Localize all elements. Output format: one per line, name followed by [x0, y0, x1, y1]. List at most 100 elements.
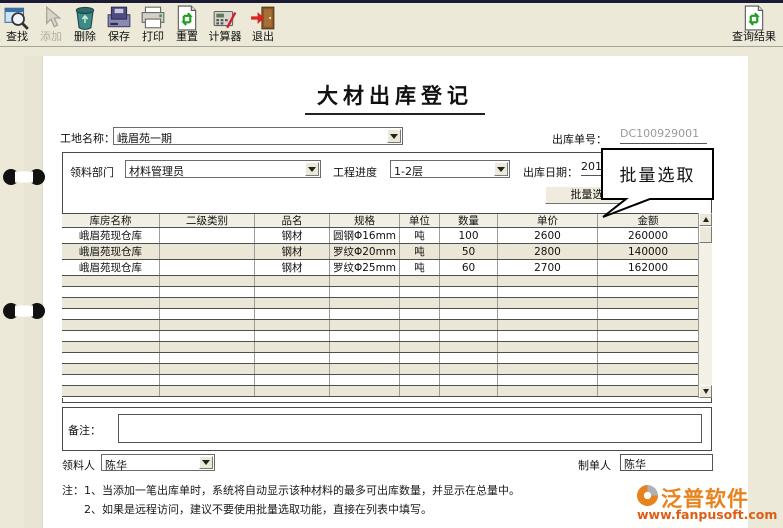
table-cell: 吨 [400, 228, 440, 243]
table-empty-row[interactable] [62, 342, 698, 353]
table-cell [498, 375, 598, 385]
table-cell [498, 342, 598, 352]
table-cell: 钢材 [255, 260, 330, 275]
table-cell [440, 320, 498, 330]
table-cell [160, 375, 255, 385]
column-header: 品名 [255, 214, 330, 227]
table-cell [498, 298, 598, 308]
exit-button[interactable]: 退出 [246, 5, 280, 43]
dept-label: 领料部门 [70, 164, 114, 180]
site-name-value: 峨眉苑一期 [117, 130, 172, 146]
calculator-label: 计算器 [209, 31, 242, 43]
table-empty-row[interactable] [62, 320, 698, 331]
column-header: 二级类别 [160, 214, 255, 227]
table-empty-row[interactable] [62, 375, 698, 386]
table-cell [440, 276, 498, 286]
table-cell [255, 320, 330, 330]
table-cell [440, 342, 498, 352]
table-empty-row[interactable] [62, 386, 698, 397]
chevron-down-icon [390, 134, 398, 143]
dept-dropdown-button[interactable] [305, 162, 319, 176]
table-scrollbar[interactable] [698, 213, 712, 398]
query-result-button[interactable]: 查询结果 [733, 5, 775, 43]
table-empty-row[interactable] [62, 364, 698, 375]
print-button[interactable]: 打印 [136, 5, 170, 43]
table-empty-row[interactable] [62, 276, 698, 287]
table-cell [160, 320, 255, 330]
creator-label: 制单人 [578, 457, 611, 473]
table-cell [330, 364, 400, 374]
requisitioner-combobox[interactable]: 陈华 [101, 454, 215, 471]
table-cell [62, 287, 160, 297]
table-cell [400, 342, 440, 352]
table-cell [400, 353, 440, 363]
dept-combobox[interactable]: 材料管理员 [125, 160, 321, 178]
note-line-2: 2、如果是远程访问，建议不要使用批量选取功能，直接在列表中填写。 [84, 501, 432, 517]
brand-url: www.fanpusoft.com [637, 507, 777, 522]
find-button[interactable]: 查找 [0, 5, 34, 43]
reset-icon [174, 5, 200, 31]
app-window: 查找 添加 删除 保存 [0, 0, 783, 528]
table-cell [598, 309, 698, 319]
table-row[interactable]: 峨眉苑现仓库钢材圆钢Φ16mm吨1002600260000 [62, 228, 698, 244]
table-empty-row[interactable] [62, 287, 698, 298]
table-cell [498, 386, 598, 396]
table-empty-row[interactable] [62, 309, 698, 320]
delete-button[interactable]: 删除 [68, 5, 102, 43]
table-cell [160, 287, 255, 297]
table-cell: 2800 [498, 244, 598, 259]
table-cell [62, 309, 160, 319]
delete-icon [72, 5, 98, 31]
table-cell [255, 331, 330, 341]
find-label: 查找 [6, 31, 28, 43]
requisitioner-dropdown-button[interactable] [199, 456, 213, 469]
table-cell: 60 [440, 260, 498, 275]
scroll-down-button[interactable] [699, 385, 712, 398]
chevron-down-icon [497, 167, 505, 176]
table-cell [330, 342, 400, 352]
table-cell [400, 331, 440, 341]
table-cell [440, 353, 498, 363]
progress-combobox[interactable]: 1-2层 [390, 160, 510, 178]
site-name-dropdown-button[interactable] [387, 129, 401, 143]
table-cell [160, 244, 255, 259]
table-cell: 钢材 [255, 244, 330, 259]
paper-binding-strip [24, 56, 43, 528]
site-name-label: 工地名称： [60, 130, 115, 146]
table-cell: 峨眉苑现仓库 [62, 260, 160, 275]
table-cell [400, 364, 440, 374]
scrollbar-thumb[interactable] [699, 226, 712, 243]
table-cell: 140000 [598, 244, 698, 259]
add-button[interactable]: 添加 [34, 5, 68, 43]
table-empty-row[interactable] [62, 298, 698, 309]
print-label: 打印 [142, 31, 164, 43]
table-cell [498, 309, 598, 319]
callout-label: 批量选取 [602, 161, 713, 186]
table-empty-row[interactable] [62, 353, 698, 364]
reset-button[interactable]: 重置 [170, 5, 204, 43]
exit-label: 退出 [252, 31, 274, 43]
remark-input[interactable] [118, 414, 702, 443]
table-cell [62, 364, 160, 374]
table-cell [62, 353, 160, 363]
table-cell [330, 309, 400, 319]
table-cell [330, 375, 400, 385]
progress-dropdown-button[interactable] [494, 162, 508, 176]
table-cell [598, 298, 698, 308]
delete-label: 删除 [74, 31, 96, 43]
table-cell [440, 331, 498, 341]
site-name-combobox[interactable]: 峨眉苑一期 [113, 127, 403, 145]
table-row[interactable]: 峨眉苑现仓库钢材罗纹Φ25mm吨602700162000 [62, 260, 698, 276]
calculator-button[interactable]: 计算器 [204, 5, 246, 43]
chevron-down-icon [308, 167, 316, 176]
table-cell [62, 298, 160, 308]
table-row[interactable]: 峨眉苑现仓库钢材罗纹Φ20mm吨502800140000 [62, 244, 698, 260]
table-cell [62, 342, 160, 352]
table-cell [62, 331, 160, 341]
add-icon [38, 5, 64, 31]
table-empty-row[interactable] [62, 331, 698, 342]
chevron-down-icon [202, 460, 210, 469]
find-icon [4, 5, 30, 31]
table-cell [62, 375, 160, 385]
save-button[interactable]: 保存 [102, 5, 136, 43]
